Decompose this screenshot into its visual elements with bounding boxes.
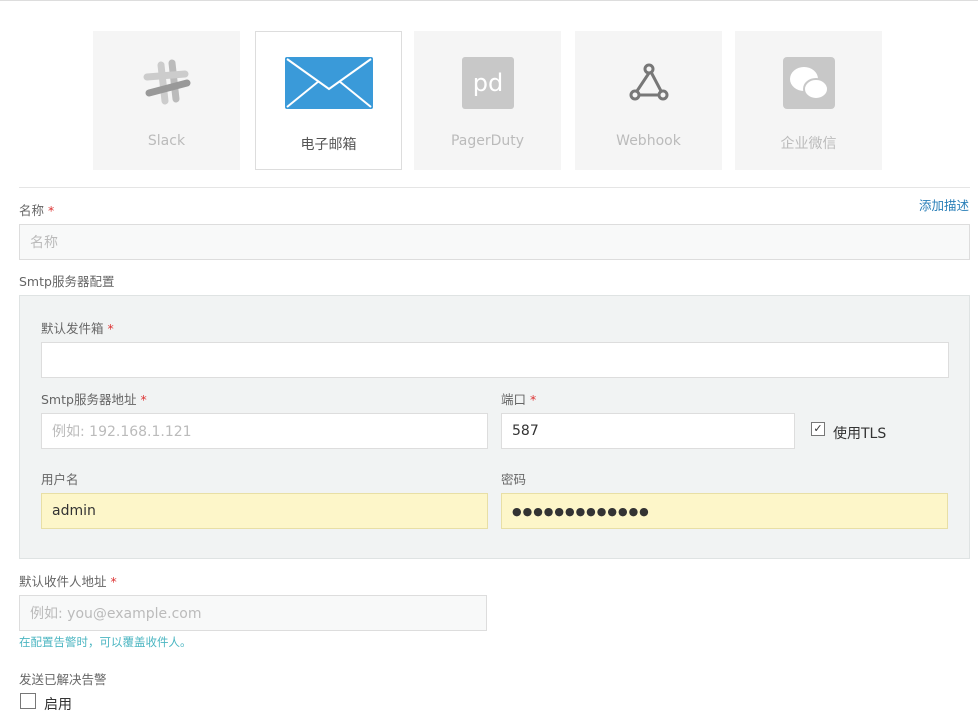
add-description-link[interactable]: 添加描述 — [919, 195, 969, 214]
to-input[interactable]: 例如: you@example.com — [19, 595, 487, 631]
channel-label: PagerDuty — [450, 133, 525, 149]
channel-wechat[interactable]: 企业微信 — [735, 31, 882, 170]
host-label: Smtp服务器地址 * — [41, 392, 147, 407]
name-input[interactable]: 名称 — [19, 224, 970, 260]
divider — [19, 187, 970, 188]
password-input[interactable]: ●●●●●●●●●●●●● — [501, 493, 948, 529]
slack-icon — [143, 59, 190, 105]
channel-label: 企业微信 — [780, 136, 837, 152]
from-input[interactable] — [41, 342, 949, 378]
to-hint: 在配置告警时，可以覆盖收件人。 — [19, 635, 192, 649]
svg-text:pd: pd — [472, 69, 502, 97]
pagerduty-icon: pd — [461, 57, 514, 109]
webhook-icon — [629, 63, 668, 101]
channel-slack[interactable]: Slack — [93, 31, 240, 170]
channel-email[interactable]: 电子邮箱 — [255, 31, 402, 170]
enable-label: 启用 — [44, 697, 72, 713]
tls-label: 使用TLS — [833, 426, 887, 442]
channel-webhook[interactable]: Webhook — [575, 31, 722, 170]
password-label: 密码 — [501, 472, 527, 487]
username-label: 用户名 — [41, 472, 79, 487]
resolved-label: 发送已解决告警 — [19, 672, 107, 687]
email-icon — [284, 57, 373, 109]
smtp-section-label: Smtp服务器配置 — [19, 274, 115, 289]
channel-pagerduty[interactable]: pd PagerDuty — [414, 31, 561, 170]
username-input[interactable]: admin — [41, 493, 488, 529]
wechat-icon — [782, 57, 835, 109]
tls-checkbox[interactable]: ✓ — [811, 422, 825, 436]
port-label: 端口 * — [501, 392, 537, 407]
channel-label: Webhook — [616, 133, 681, 149]
channel-label: Slack — [147, 133, 186, 149]
to-label: 默认收件人地址 * — [19, 574, 117, 589]
top-divider — [0, 0, 978, 1]
name-label: 名称 * — [19, 203, 55, 218]
channel-label: 电子邮箱 — [300, 137, 357, 153]
enable-checkbox[interactable] — [20, 693, 36, 709]
from-label: 默认发件箱 * — [41, 321, 114, 336]
host-input[interactable]: 例如: 192.168.1.121 — [41, 413, 488, 449]
port-input[interactable]: 587 — [501, 413, 795, 449]
